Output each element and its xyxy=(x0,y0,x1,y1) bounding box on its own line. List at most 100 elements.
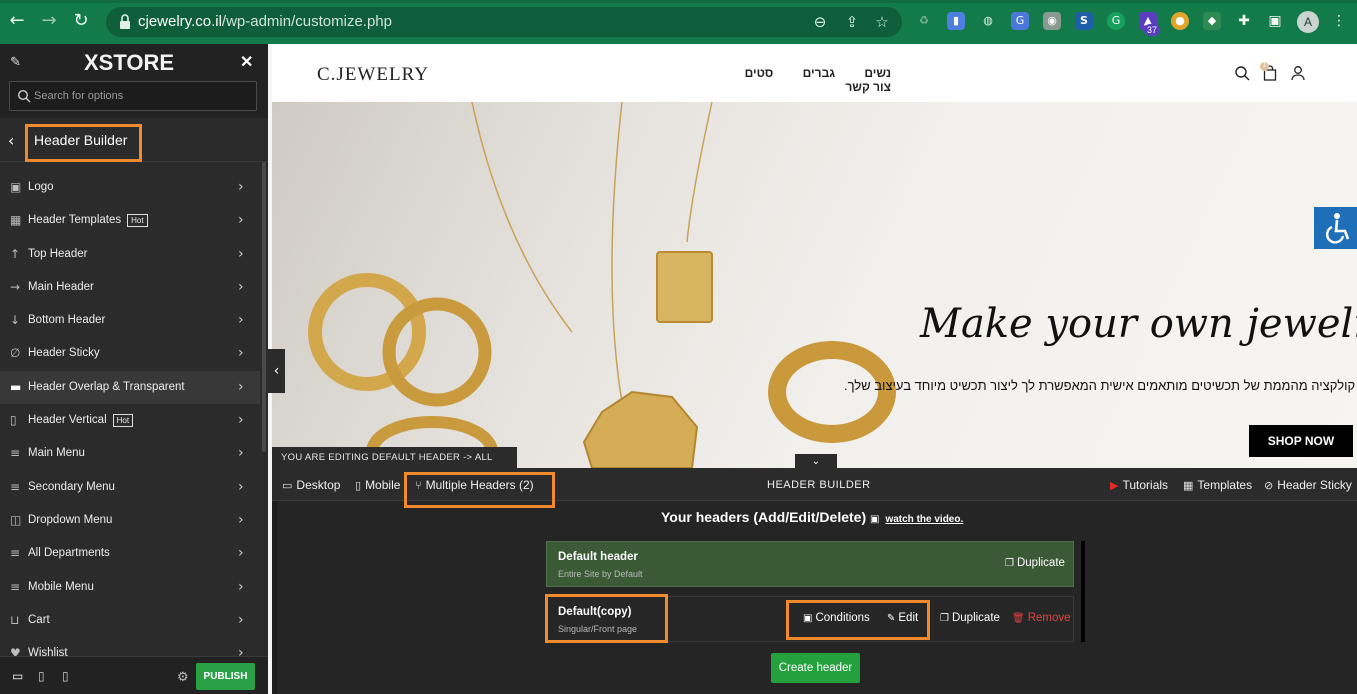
menu-label: Header Templates xyxy=(28,214,122,227)
remove-button[interactable]: 🗑 Remove xyxy=(1012,612,1071,624)
xstore-logo: XSTORE xyxy=(84,50,175,75)
sidepanel-icon[interactable]: ▣ xyxy=(1266,12,1284,30)
camera-extension-icon[interactable]: ◉ xyxy=(1043,12,1061,30)
menu-item-dropdown-menu[interactable]: ◫ Dropdown Menu › xyxy=(0,504,260,537)
chevron-right-icon: › xyxy=(238,245,244,262)
templates-link[interactable]: ▦ Templates xyxy=(1183,478,1252,492)
extensions-puzzle-icon[interactable]: ✚ xyxy=(1235,12,1253,30)
nav-item[interactable]: גברים xyxy=(803,66,835,80)
options-search[interactable] xyxy=(9,81,257,111)
menu-item-mobile-menu[interactable]: ≡ Mobile Menu › xyxy=(0,571,260,604)
nav-item[interactable]: צור קשר xyxy=(845,80,891,94)
site-nav: נשים גברים סטים צור קשר xyxy=(717,66,917,94)
menu-item-logo[interactable]: ▣ Logo › xyxy=(0,171,260,204)
panel-scrollbar[interactable] xyxy=(262,162,266,452)
tablet-preview-icon[interactable]: ▯ xyxy=(38,669,52,683)
close-icon[interactable]: ✕ xyxy=(240,52,253,72)
menu-item-header-templates[interactable]: ▦ Header Templates Hot › xyxy=(0,204,260,237)
mobile-preview-icon[interactable]: ▯ xyxy=(62,669,76,683)
lock-icon xyxy=(120,14,130,29)
tab-mobile[interactable]: ▯ Mobile xyxy=(355,478,400,492)
nav-item[interactable]: נשים xyxy=(864,66,891,80)
color-extension-icon[interactable]: ● xyxy=(1171,12,1189,30)
share-icon[interactable]: ⇪ xyxy=(842,12,862,32)
site-preview: C.JEWELRY נשים גברים סטים צור קשר 1 Make… xyxy=(272,44,1357,468)
duplicate-button[interactable]: ❐ Duplicate xyxy=(1005,557,1065,569)
extension-badge: 37 xyxy=(1144,24,1161,36)
chevron-right-icon: › xyxy=(238,545,244,562)
menu-item-header-vertical[interactable]: ▯ Header Vertical Hot › xyxy=(0,404,260,437)
back-icon[interactable]: ← xyxy=(6,10,28,32)
kebab-menu-icon[interactable]: ⋮ xyxy=(1330,12,1348,30)
chevron-right-icon: › xyxy=(238,378,244,395)
menu-item-header-sticky[interactable]: ∅ Header Sticky › xyxy=(0,337,260,370)
link-icon: ⊘ xyxy=(1264,479,1274,492)
menu-item-main-header[interactable]: → Main Header › xyxy=(0,271,260,304)
search-icon[interactable] xyxy=(1234,65,1250,81)
translate-extension-icon[interactable]: G xyxy=(1011,12,1029,30)
jewelry-photo xyxy=(308,102,896,468)
pin-icon[interactable]: ✎ xyxy=(10,54,24,69)
highlight-box xyxy=(404,472,555,508)
tutorials-link[interactable]: ▶ Tutorials xyxy=(1110,478,1168,492)
back-chevron-icon[interactable]: ‹ xyxy=(8,131,14,150)
collapse-panel-button[interactable]: ‹ xyxy=(268,349,285,393)
create-header-button[interactable]: Create header xyxy=(771,653,860,683)
map-extension-icon[interactable]: ◆ xyxy=(1203,12,1221,30)
globe-extension-icon[interactable]: ◍ xyxy=(979,12,997,30)
chevron-right-icon: › xyxy=(238,212,244,229)
your-headers-title: Your headers (Add/Edit/Delete) ▣ watch th… xyxy=(661,509,964,525)
chevron-right-icon: › xyxy=(238,345,244,362)
chevron-right-icon: › xyxy=(238,478,244,495)
desktop-preview-icon[interactable]: ▭ xyxy=(12,669,26,683)
accessibility-button[interactable] xyxy=(1314,207,1357,249)
menu-icon: ≡ xyxy=(10,479,21,494)
shop-now-button[interactable]: SHOP NOW xyxy=(1249,425,1353,457)
gear-icon[interactable]: ⚙ xyxy=(177,670,189,685)
chevron-right-icon: › xyxy=(238,312,244,329)
cart-count-badge: 1 xyxy=(1260,62,1269,71)
header-sticky-link[interactable]: ⊘ Header Sticky xyxy=(1264,478,1352,492)
copy-icon: ❐ xyxy=(1005,558,1014,569)
grammarly-extension-icon[interactable]: G xyxy=(1107,12,1125,30)
recycle-extension-icon[interactable]: ♻ xyxy=(915,12,933,30)
tab-strip xyxy=(0,0,1357,3)
bookmark-star-icon[interactable]: ☆ xyxy=(872,12,892,32)
s-extension-icon[interactable]: S xyxy=(1075,12,1093,30)
wheelchair-icon xyxy=(1325,213,1350,244)
hot-badge: Hot xyxy=(127,214,148,228)
menu-icon: ≡ xyxy=(10,579,21,594)
watch-video-link[interactable]: watch the video. xyxy=(885,514,963,525)
nav-item[interactable]: סטים xyxy=(745,66,774,80)
publish-button[interactable]: PUBLISH xyxy=(196,663,255,690)
docs-extension-icon[interactable]: ▮ xyxy=(947,12,965,30)
duplicate-button[interactable]: ❐ Duplicate xyxy=(940,612,1000,624)
zoom-icon[interactable]: ⊖ xyxy=(810,12,830,32)
menu-item-all-departments[interactable]: ≡ All Departments › xyxy=(0,537,260,570)
options-menu: ▣ Logo › ▦ Header Templates Hot › ↑ Top Header… xyxy=(0,171,260,670)
site-logo[interactable]: C.JEWELRY xyxy=(317,64,429,86)
menu-item-header-overlap[interactable]: ▬ Header Overlap & Transparent › xyxy=(0,370,260,405)
hero-banner: Make your own jewelry קולקציה מהממת של ת… xyxy=(272,102,1357,468)
chevron-right-icon: › xyxy=(238,578,244,595)
menu-item-bottom-header[interactable]: ↓ Bottom Header › xyxy=(0,304,260,337)
menu-item-top-header[interactable]: ↑ Top Header › xyxy=(0,238,260,271)
cart-icon: ⊔ xyxy=(10,612,20,627)
reload-icon[interactable]: ↻ xyxy=(70,10,92,32)
search-input[interactable] xyxy=(34,87,249,105)
profile-avatar[interactable]: A xyxy=(1297,11,1319,33)
menu-label: Header Vertical xyxy=(28,414,107,427)
headers-scrollbar[interactable] xyxy=(1081,541,1085,642)
menu-item-main-menu[interactable]: ≡ Main Menu › xyxy=(0,437,260,470)
forward-icon[interactable]: → xyxy=(38,10,60,32)
menu-item-cart[interactable]: ⊔ Cart › xyxy=(0,604,260,637)
panel-footer: ▭ ▯ ▯ ⚙ PUBLISH xyxy=(0,656,268,694)
chevron-right-icon: › xyxy=(238,179,244,195)
image-icon: ▣ xyxy=(10,180,22,194)
menu-item-secondary-menu[interactable]: ≡ Secondary Menu › xyxy=(0,471,260,504)
tab-desktop[interactable]: ▭ Desktop xyxy=(282,478,340,492)
user-icon[interactable] xyxy=(1290,65,1306,81)
address-bar[interactable]: cjewelry.co.il/wp-admin/customize.php ⊖ … xyxy=(106,7,902,37)
video-icon: ▣ xyxy=(870,514,880,525)
chevron-right-icon: › xyxy=(238,511,244,528)
